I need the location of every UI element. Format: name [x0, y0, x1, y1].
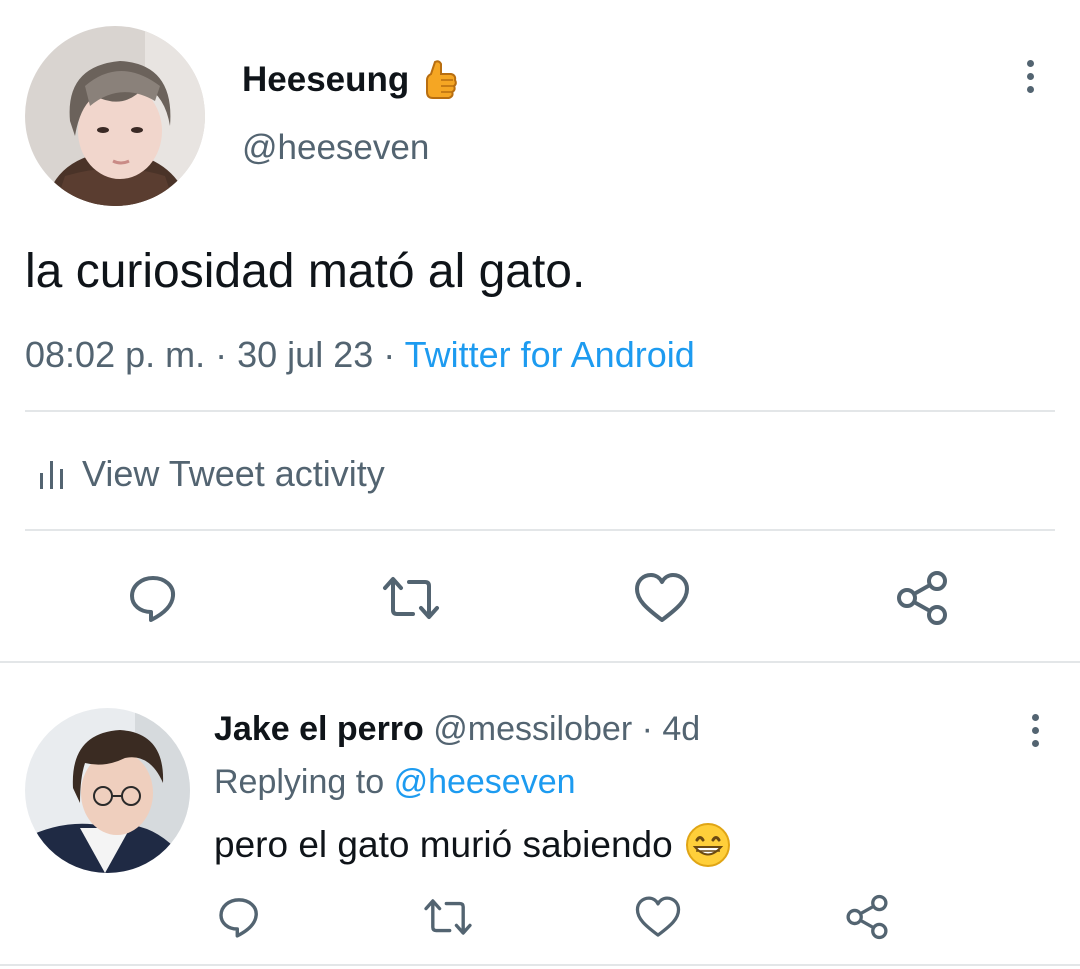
tweet-time: 08:02 p. m. — [25, 334, 206, 375]
author-name[interactable]: Heeseung — [242, 60, 409, 100]
retweet-button[interactable] — [379, 570, 443, 626]
reply-author-avatar[interactable] — [25, 708, 190, 873]
divider — [25, 410, 1055, 412]
author-avatar[interactable] — [25, 26, 205, 206]
tweet-text: la curiosidad mató al gato. — [25, 245, 586, 298]
meta-separator: · — [641, 710, 653, 748]
share-icon — [897, 571, 947, 625]
replying-to: Replying to @heeseven — [214, 763, 576, 802]
replying-to-label: Replying to — [214, 763, 385, 801]
reply-age: 4d — [662, 710, 701, 748]
reply-button[interactable] — [125, 570, 181, 626]
retweet-icon — [383, 577, 439, 619]
reply-icon — [130, 576, 176, 622]
meta-separator: · — [383, 334, 396, 375]
author-handle[interactable]: @heeseven — [242, 128, 429, 168]
tweet-meta: 08:02 p. m. · 30 jul 23 · Twitter for An… — [25, 334, 695, 376]
meta-separator: · — [215, 334, 228, 375]
share-button[interactable] — [894, 570, 950, 626]
reply-retweet-button[interactable] — [420, 892, 476, 942]
reply-header: Jake el perro @messilober · 4d — [214, 710, 700, 749]
view-tweet-activity[interactable]: View Tweet activity — [38, 453, 385, 495]
more-options-icon[interactable] — [1010, 56, 1050, 96]
bottom-divider — [0, 964, 1080, 966]
replying-to-handle[interactable]: @heeseven — [394, 763, 576, 801]
bar-chart-icon — [38, 457, 66, 491]
reply-text: pero el gato murió sabiendo — [214, 824, 673, 865]
reply-author-name[interactable]: Jake el perro — [214, 710, 424, 748]
like-button[interactable] — [632, 570, 692, 626]
retweet-icon — [424, 899, 472, 935]
reply-reply-button[interactable] — [214, 892, 264, 942]
reply-share-button[interactable] — [842, 892, 892, 942]
tweet-date: 30 jul 23 — [237, 334, 374, 375]
reply-author-handle[interactable]: @messilober — [433, 710, 632, 748]
grinning-face-icon — [685, 822, 731, 868]
thumbs-up-icon — [421, 58, 458, 102]
heart-icon — [635, 573, 689, 622]
reply-more-options-icon[interactable] — [1015, 710, 1055, 750]
section-divider — [0, 661, 1080, 663]
divider — [25, 529, 1055, 531]
reply-like-button[interactable] — [632, 892, 684, 942]
tweet-source-link[interactable]: Twitter for Android — [405, 334, 695, 375]
reply-icon — [219, 898, 258, 938]
heart-icon — [635, 896, 681, 937]
share-icon — [846, 894, 888, 940]
reply-text-row: pero el gato murió sabiendo — [214, 822, 731, 868]
view-tweet-activity-label: View Tweet activity — [82, 453, 385, 494]
